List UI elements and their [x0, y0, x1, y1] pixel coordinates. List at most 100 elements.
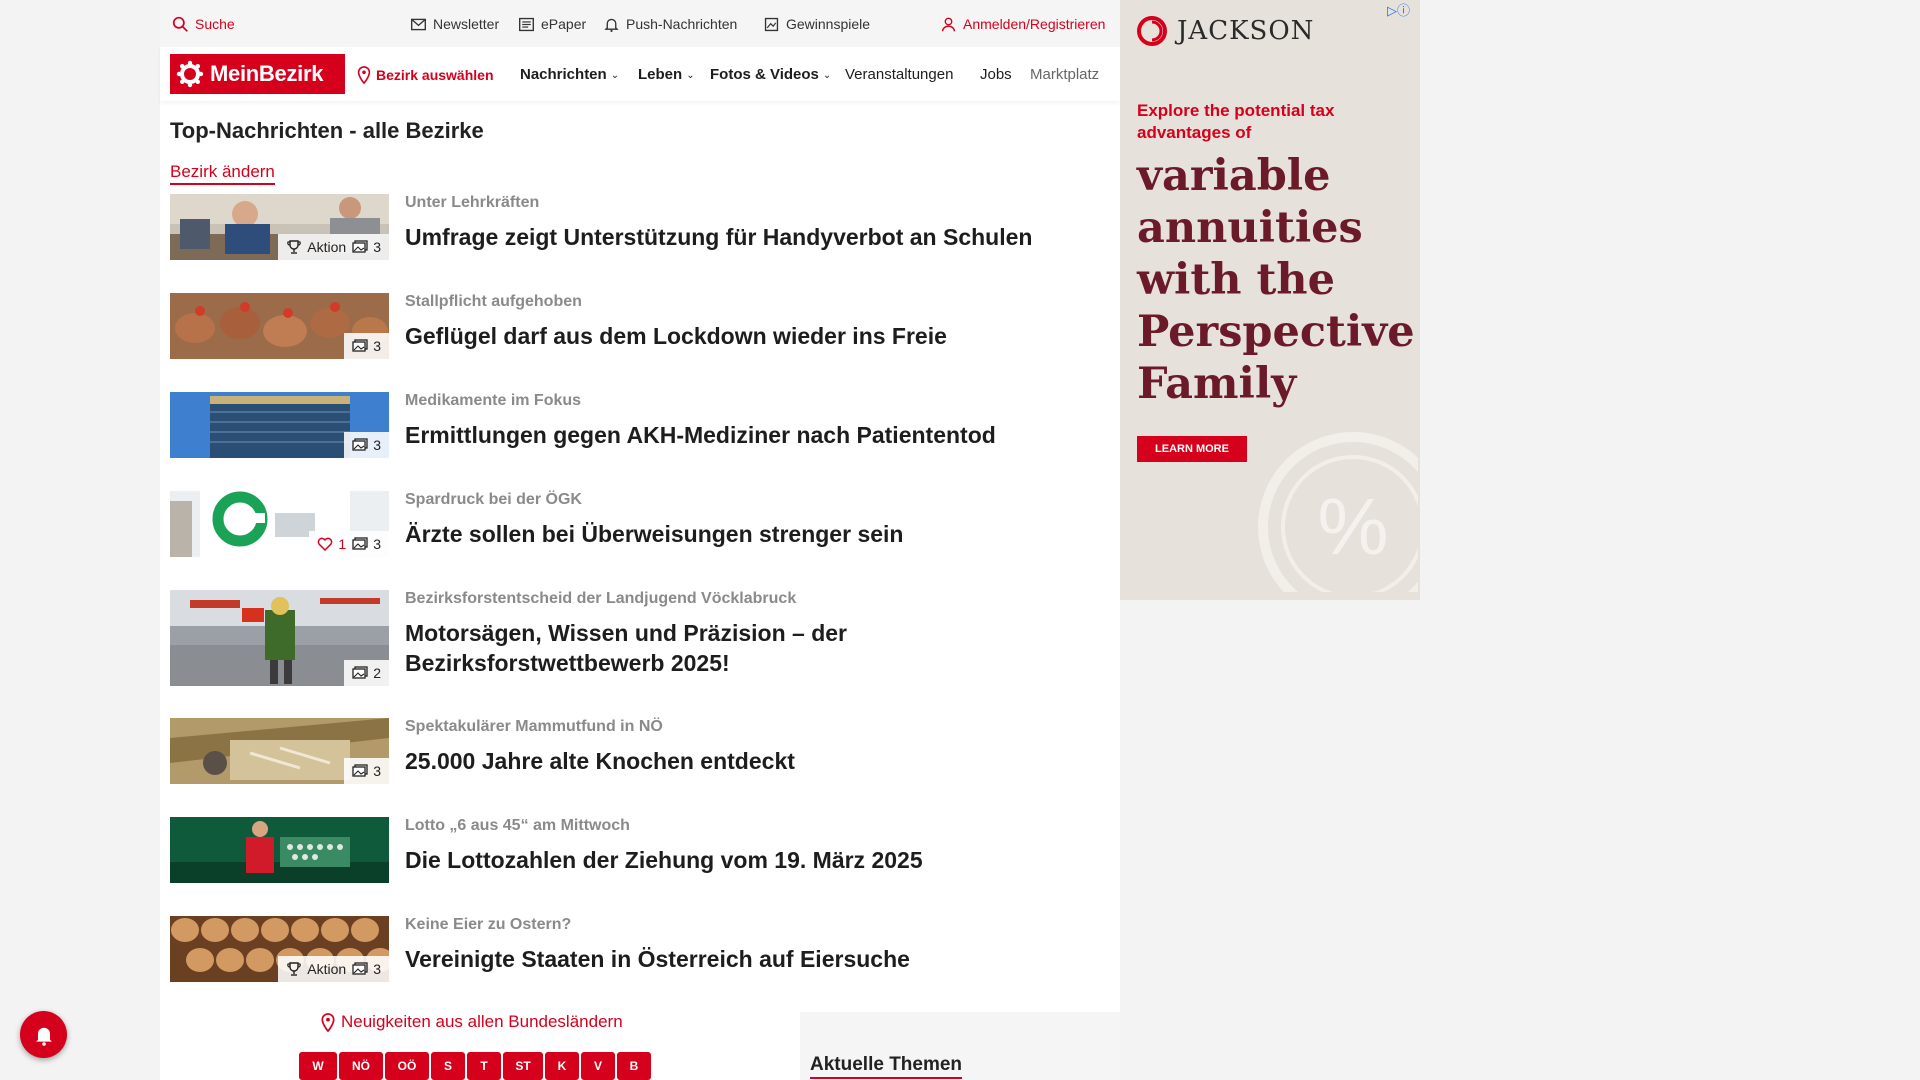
newspaper-icon [519, 17, 534, 31]
article-kicker: Lotto „6 aus 45“ am Mittwoch [405, 817, 630, 834]
state-button-s[interactable]: S [431, 1052, 465, 1080]
percent-circle-graphic: % [1258, 432, 1418, 592]
epaper-link[interactable]: ePaper [518, 14, 586, 34]
like-count-value: 1 [338, 536, 347, 552]
article-headline[interactable]: Geflügel darf aus dem Lockdown wieder in… [405, 321, 1105, 351]
article-thumbnail[interactable] [170, 817, 389, 883]
newsletter-label: Newsletter [433, 16, 500, 32]
photo-count: 3 [352, 437, 381, 453]
newsletter-link[interactable]: Newsletter [410, 14, 499, 34]
login-label: Anmelden/Registrieren [963, 16, 1106, 32]
article-headline[interactable]: Ermittlungen gegen AKH-Mediziner nach Pa… [405, 420, 1105, 450]
article-item[interactable]: 2 Bezirksforstentscheid der Landjugend V… [170, 590, 1100, 690]
gallery-icon [352, 438, 368, 451]
site-logo[interactable]: MeinBezirk [170, 54, 345, 94]
location-pin-icon [357, 66, 371, 84]
all-states-news-label: Neuigkeiten aus allen Bundesländern [341, 1012, 623, 1031]
nav-marktplatz-label: Marktplatz [1030, 66, 1100, 83]
article-thumbnail[interactable]: 2 [170, 590, 389, 686]
search-icon [172, 16, 188, 32]
article-item[interactable]: 3 Stallpflicht aufgehoben Geflügel darf … [170, 293, 1100, 363]
article-headline[interactable]: Ärzte sollen bei Überweisungen strenger … [405, 519, 1105, 549]
mail-icon [411, 18, 426, 30]
article-item[interactable]: 3 Spektakulärer Mammutfund in NÖ 25.000 … [170, 718, 1100, 788]
state-button-k[interactable]: K [545, 1052, 579, 1080]
photo-count: 2 [352, 665, 381, 681]
state-button-noe[interactable]: NÖ [339, 1052, 383, 1080]
state-button-w[interactable]: W [299, 1052, 337, 1080]
article-kicker: Spardruck bei der ÖGK [405, 491, 582, 508]
gallery-icon [352, 962, 368, 975]
article-headline[interactable]: Vereinigte Staaten in Österreich auf Eie… [405, 944, 1105, 974]
search-link[interactable]: Suche [172, 14, 235, 34]
article-thumbnail[interactable]: 3 [170, 293, 389, 359]
article-item[interactable]: 1 3 Spardruck bei der ÖGK Ärzte sollen b… [170, 491, 1100, 561]
nav-nachrichten[interactable]: Nachrichten ⌄ [520, 66, 619, 83]
games-link[interactable]: Gewinnspiele [763, 14, 870, 34]
change-district-link[interactable]: Bezirk ändern [170, 162, 275, 185]
nav-jobs-label: Jobs [980, 66, 1012, 83]
ad-brand-name: JACKSON [1177, 16, 1315, 46]
login-link[interactable]: Anmelden/Registrieren [940, 14, 1105, 34]
article-thumbnail[interactable]: 3 [170, 392, 389, 458]
photo-count-value: 3 [373, 961, 381, 977]
chevron-down-icon: ⌄ [822, 69, 832, 81]
thumbnail-badges: 3 [344, 333, 389, 359]
thumbnail-badges: 1 3 [309, 531, 389, 557]
logo-text: MeinBezirk [210, 61, 324, 86]
article-item[interactable]: 3 Medikamente im Fokus Ermittlungen gege… [170, 392, 1100, 462]
photo-count-value: 3 [373, 536, 381, 552]
ad-learn-more-button[interactable]: LEARN MORE [1137, 436, 1247, 462]
article-thumbnail[interactable]: 1 3 [170, 491, 389, 557]
gallery-icon [352, 666, 368, 679]
photo-count-value: 3 [373, 763, 381, 779]
thumbnail-badges: Aktion 3 [278, 956, 389, 982]
trophy-icon [287, 240, 302, 254]
state-button-t[interactable]: T [467, 1052, 501, 1080]
bell-icon [35, 1027, 52, 1046]
article-item[interactable]: Aktion 3 Keine Eier zu Ostern? Vereinigt… [170, 916, 1100, 986]
nav-marktplatz[interactable]: Marktplatz [1030, 66, 1120, 83]
article-thumbnail[interactable]: Aktion 3 [170, 916, 389, 982]
action-badge: Aktion [286, 961, 346, 977]
state-button-b[interactable]: B [617, 1052, 651, 1080]
nav-leben[interactable]: Leben ⌄ [638, 66, 695, 83]
push-link[interactable]: Push-Nachrichten [603, 14, 737, 34]
state-button-st[interactable]: ST [503, 1052, 543, 1080]
advertisement-banner[interactable]: ▷ⓘ JACKSON Explore the potential tax adv… [1120, 0, 1420, 600]
select-district-button[interactable]: Bezirk auswählen [356, 66, 494, 84]
article-thumbnail[interactable]: 3 [170, 718, 389, 784]
article-thumbnail[interactable]: Aktion 3 [170, 194, 389, 260]
notification-bell-button[interactable] [20, 1011, 67, 1058]
epaper-label: ePaper [541, 16, 587, 32]
nav-veranstaltungen[interactable]: Veranstaltungen [845, 66, 953, 83]
search-label: Suche [195, 16, 235, 32]
gallery-icon [352, 339, 368, 352]
state-button-ooe[interactable]: OÖ [385, 1052, 429, 1080]
photo-count-value: 2 [373, 665, 381, 681]
state-button-v[interactable]: V [581, 1052, 615, 1080]
push-label: Push-Nachrichten [626, 16, 738, 32]
ad-headline: variable annuities with the Perspective … [1137, 151, 1415, 409]
article-headline[interactable]: Umfrage zeigt Unterstützung für Handyver… [405, 222, 1105, 252]
games-label: Gewinnspiele [786, 16, 871, 32]
ad-brand-logo: JACKSON [1137, 16, 1314, 46]
nav-jobs[interactable]: Jobs [980, 66, 1012, 83]
all-states-news-link[interactable]: Neuigkeiten aus allen Bundesländern [320, 1012, 623, 1032]
article-headline[interactable]: Die Lottozahlen der Ziehung vom 19. März… [405, 845, 1105, 875]
nav-fotos-videos[interactable]: Fotos & Videos ⌄ [710, 66, 831, 83]
ad-choices-icon[interactable]: ▷ⓘ [1387, 0, 1410, 19]
article-headline[interactable]: Motorsägen, Wissen und Präzision – der B… [405, 618, 1105, 678]
photo-count: 3 [352, 763, 381, 779]
photo-count-value: 3 [373, 239, 381, 255]
bell-icon [604, 18, 619, 32]
location-pin-icon [321, 1012, 335, 1032]
trophy-icon [287, 962, 302, 976]
nav-fotos-label: Fotos & Videos [710, 66, 819, 83]
article-kicker: Stallpflicht aufgehoben [405, 293, 582, 310]
percent-symbol: % [1317, 482, 1388, 571]
article-headline[interactable]: 25.000 Jahre alte Knochen entdeckt [405, 746, 1105, 776]
jackson-logo-icon [1137, 16, 1167, 46]
article-item[interactable]: Aktion 3 Unter Lehrkräften Umfrage zeigt… [170, 194, 1100, 264]
article-item[interactable]: Lotto „6 aus 45“ am Mittwoch Die Lottoza… [170, 817, 1100, 887]
